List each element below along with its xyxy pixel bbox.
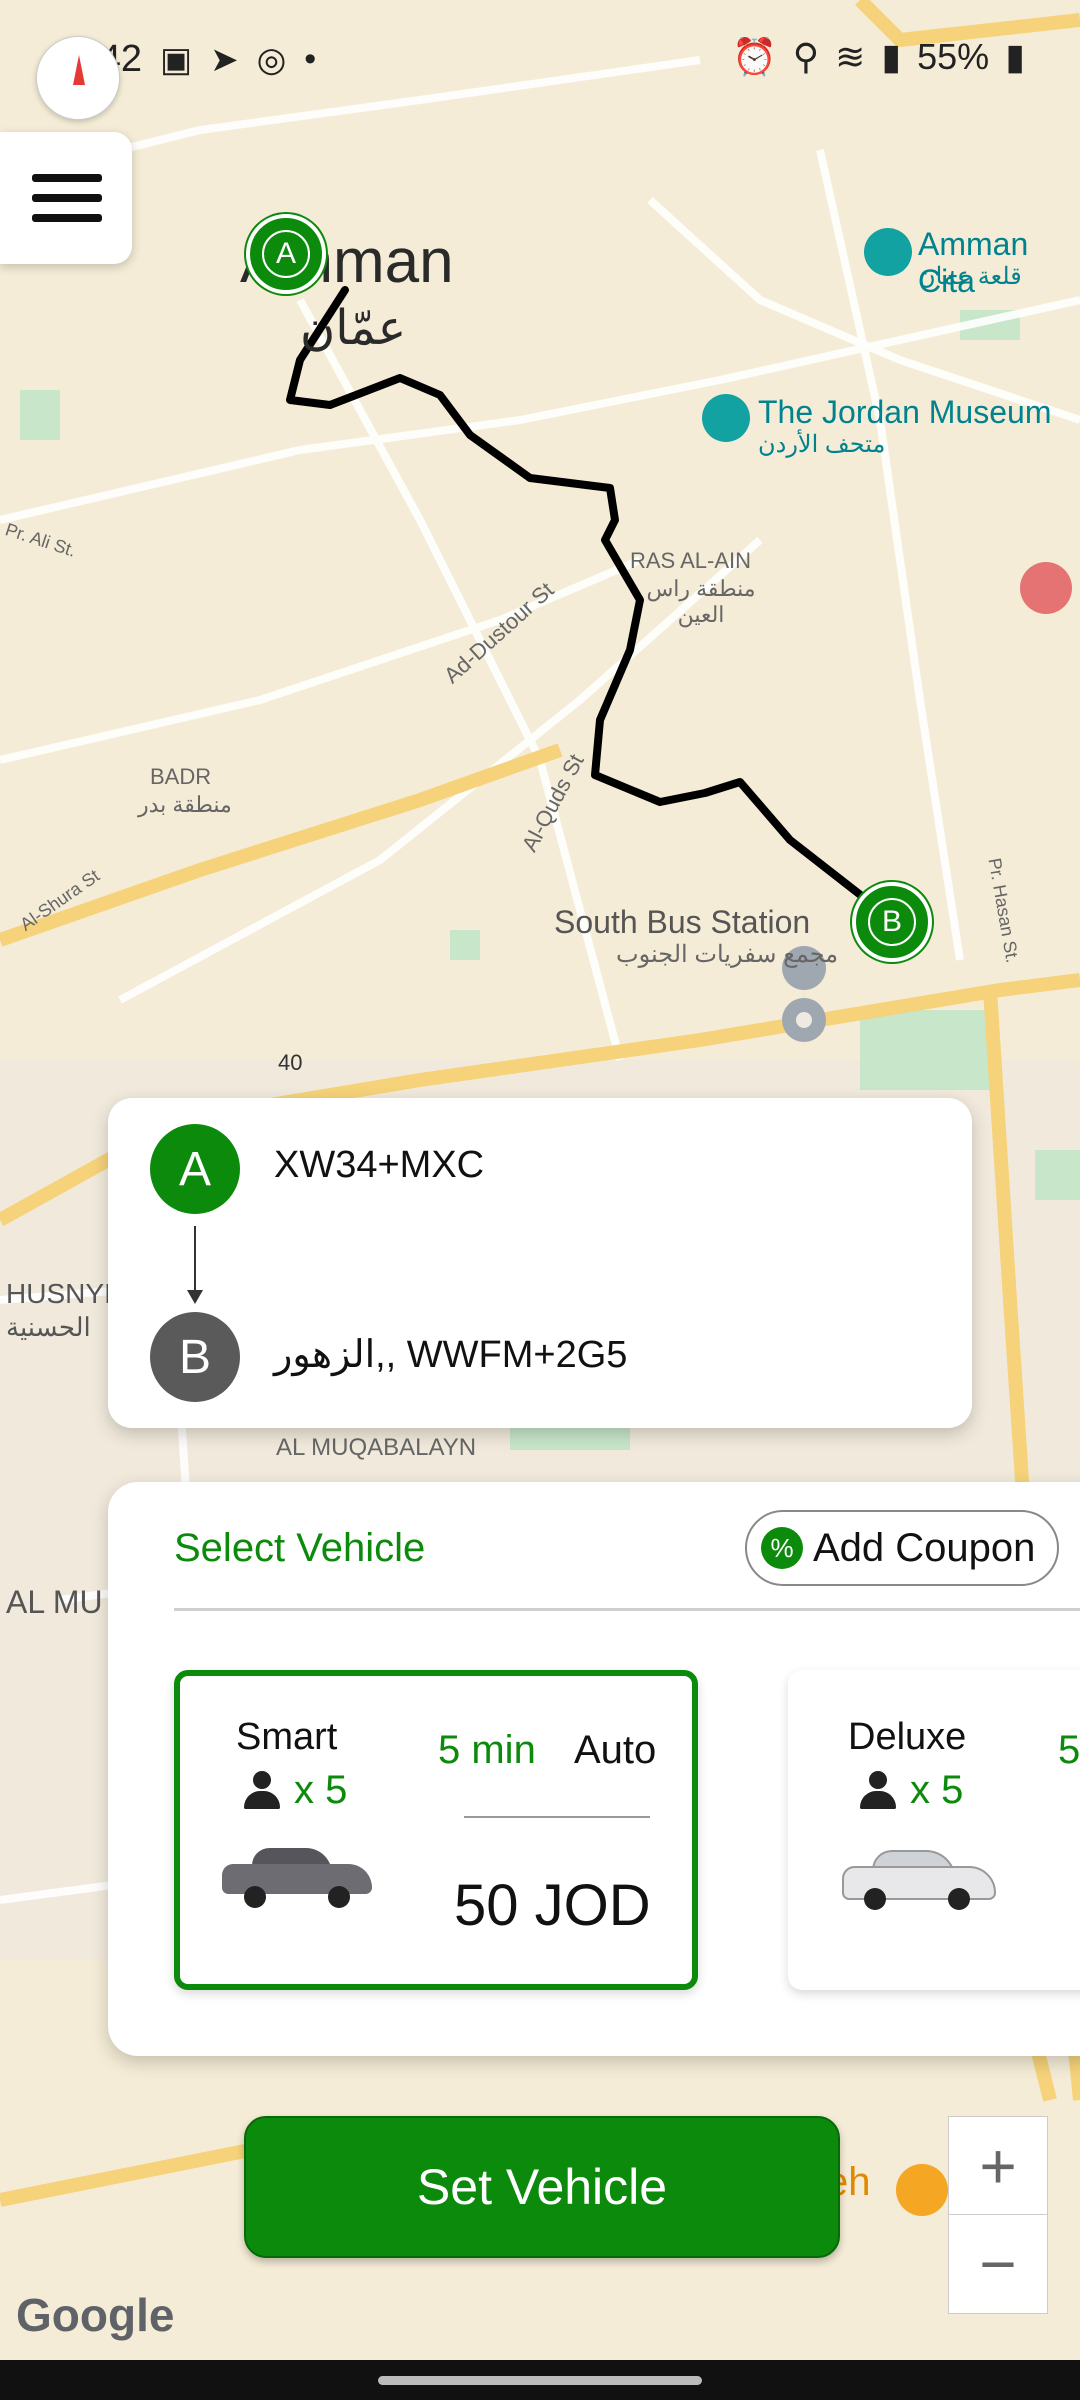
person-icon (858, 1770, 898, 1811)
menu-icon (32, 174, 102, 182)
vehicle-price: 50 JOD (454, 1873, 651, 1938)
address-card: A XW34+MXC B الزهور,, WWFM+2G5 (108, 1098, 972, 1428)
add-coupon-button[interactable]: % Add Coupon (745, 1510, 1059, 1586)
menu-icon-bar (32, 214, 102, 222)
vehicle-divider (464, 1816, 650, 1818)
menu-icon-bar (32, 194, 102, 202)
google-logo-text: Google (16, 2289, 175, 2341)
vehicle-capacity: x 5 (242, 1768, 347, 1813)
person-icon (242, 1770, 282, 1811)
pin-b-letter: B (868, 898, 916, 946)
van-icon (842, 1848, 996, 1910)
select-vehicle-title: Select Vehicle (174, 1526, 426, 1570)
map-label-ras-al-ain: RAS AL-AIN (630, 548, 752, 573)
zoom-out-button[interactable]: − (948, 2214, 1048, 2314)
map-label-citadel-ar: قلعة عمان (918, 263, 1022, 290)
map-label-badr: BADR (150, 764, 212, 789)
capacity-text: x 5 (294, 1768, 348, 1812)
pickup-marker: A (150, 1124, 240, 1214)
divider (174, 1608, 1080, 1611)
arrow-down-icon (194, 1226, 196, 1296)
map-label-ras-al-ain-ar: منطقة راس العين (646, 576, 756, 627)
zoom-in-button[interactable]: + (948, 2116, 1048, 2216)
map-label-road-40: 40 (278, 1050, 303, 1075)
add-coupon-label: Add Coupon (813, 1525, 1036, 1570)
signal-icon: ▮ (881, 36, 902, 77)
wifi-icon: ≋ (835, 36, 866, 77)
capacity-text: x 5 (910, 1768, 964, 1812)
vehicle-eta: 5 min (438, 1728, 536, 1772)
pickup-address[interactable]: XW34+MXC (274, 1144, 484, 1187)
gallery-icon: ▣ (160, 41, 193, 79)
route-pin-b[interactable]: B (852, 882, 932, 962)
alarm-icon: ⏰ (731, 36, 777, 77)
vehicle-transmission: Auto (574, 1728, 657, 1772)
map-label-south-bus: South Bus Station (554, 904, 811, 940)
vehicle-capacity: x 5 (858, 1768, 963, 1813)
vehicle-panel: Select Vehicle % Add Coupon Smart x 5 5 … (108, 1482, 1080, 2056)
arrow-head (187, 1290, 203, 1304)
instagram-icon: ◎ (256, 41, 287, 79)
map-label-husnyi-ar: الحسنية (6, 1312, 91, 1342)
map-label-museum-ar: متحف الأردن (758, 431, 886, 458)
vehicle-card-deluxe[interactable]: Deluxe x 5 5 5 (788, 1670, 1080, 1990)
map-label-badr-ar: منطقة بدر (138, 792, 232, 817)
percent-badge-icon: % (761, 1527, 803, 1569)
map-label-museum: The Jordan Museum (758, 394, 1052, 430)
navigation-bar (0, 2360, 1080, 2400)
more-dot-icon: • (304, 40, 317, 78)
system-icons: ⏰ ⚲ ≋ ▮ 55% ▮ (732, 36, 1025, 78)
notification-icons: ▣ ➤ ◎ • (160, 40, 316, 80)
home-handle[interactable] (378, 2376, 702, 2385)
vehicle-card-smart[interactable]: Smart x 5 5 min Auto 50 JOD (174, 1670, 698, 1990)
vehicle-eta: 5 (1058, 1728, 1080, 1772)
pin-a-letter: A (262, 230, 310, 278)
vehicle-name: Smart (236, 1716, 338, 1758)
location-icon: ⚲ (792, 36, 820, 77)
set-vehicle-button[interactable]: Set Vehicle (244, 2116, 840, 2258)
vehicle-name: Deluxe (848, 1716, 967, 1758)
google-logo: Google (16, 2288, 174, 2342)
compass-icon[interactable] (36, 36, 120, 120)
battery-text: 55% (917, 36, 990, 77)
map-label-al-mu: AL MU (6, 1584, 103, 1620)
telegram-icon: ➤ (210, 41, 239, 79)
map-label-south-bus-ar: مجمع سفريات الجنوب (616, 941, 839, 968)
status-bar: 3:42 ▣ ➤ ◎ • ⏰ ⚲ ≋ ▮ 55% ▮ (0, 30, 1080, 90)
map-label-amman-ar: عمّان (300, 302, 407, 355)
menu-button[interactable] (0, 132, 132, 264)
dropoff-marker: B (150, 1312, 240, 1402)
battery-icon: ▮ (1005, 36, 1025, 77)
map-label-muqabalayn: AL MUQABALAYN (276, 1434, 477, 1461)
route-pin-a[interactable]: A (246, 214, 326, 294)
car-icon (222, 1846, 372, 1908)
dropoff-address[interactable]: الزهور,, WWFM+2G5 (274, 1332, 627, 1377)
map-label-husnyi: HUSNYI (6, 1278, 112, 1309)
